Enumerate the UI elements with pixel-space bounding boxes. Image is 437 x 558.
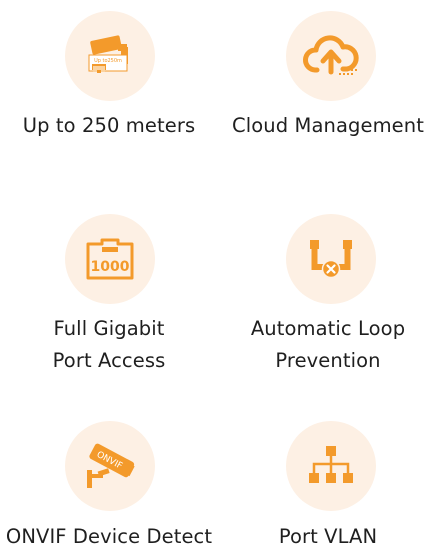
feature-label-cloud: Cloud Management xyxy=(219,110,437,142)
feature-circle-vlan xyxy=(286,421,376,511)
cloud-upload-icon xyxy=(303,34,359,78)
feature-label-line: Full Gigabit xyxy=(53,317,165,340)
feature-label-line: Cloud Management xyxy=(232,114,424,137)
vlan-tree-icon xyxy=(307,445,355,487)
feature-label-gigabit: Full Gigabit Port Access xyxy=(0,313,218,377)
loop-prevention-icon xyxy=(309,239,353,279)
feature-circle-cloud xyxy=(286,11,376,101)
feature-label-line: Port Access xyxy=(52,349,166,372)
feature-label-loop: Automatic Loop Prevention xyxy=(219,313,437,377)
feature-label-line: Up to 250 meters xyxy=(22,114,196,137)
feature-circle-gigabit: 1000 xyxy=(65,214,155,304)
feature-circle-loop xyxy=(286,214,376,304)
feature-label-onvif: ONVIF Device Detect xyxy=(0,521,218,553)
feature-label-line: ONVIF Device Detect xyxy=(5,525,213,548)
feature-label-line: Prevention xyxy=(275,349,381,372)
onvif-camera-icon: ONVIF xyxy=(82,440,138,492)
ethernet-port-icon: 1000 xyxy=(85,237,135,281)
gigabit-badge: 1000 xyxy=(91,259,130,275)
feature-label-line: Port VLAN xyxy=(278,525,378,548)
feature-label-line: Automatic Loop xyxy=(250,317,406,340)
cctv-camera-cable-icon: Up to250m xyxy=(80,31,140,81)
feature-circle-distance: Up to250m xyxy=(65,11,155,101)
feature-label-distance: Up to 250 meters xyxy=(0,110,218,142)
distance-badge: Up to250m xyxy=(94,58,122,64)
feature-label-vlan: Port VLAN xyxy=(219,521,437,553)
feature-circle-onvif: ONVIF xyxy=(65,421,155,511)
